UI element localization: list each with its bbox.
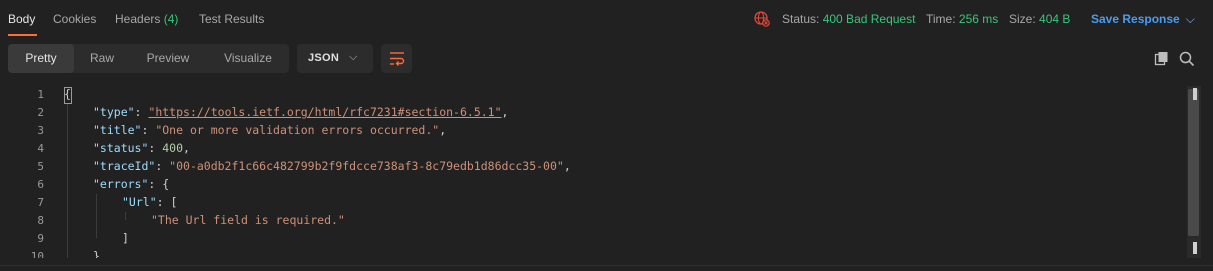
tab-cookies[interactable]: Cookies: [53, 12, 96, 26]
size-indicator[interactable]: Size: 404 B: [1009, 12, 1070, 26]
indent-guide: [125, 212, 126, 220]
json-string: "00-a0db2f1c66c482799b2f9fdcce738af3-8c7…: [169, 159, 564, 173]
code-line-9: ]: [122, 231, 129, 245]
code-line-6: "errors": {: [93, 177, 170, 191]
status-value: 400 Bad Request: [822, 12, 916, 26]
json-string: "One or more validation errors occurred.…: [155, 123, 440, 137]
scrollbar-marker: [1193, 242, 1197, 254]
chevron-down-icon: ⌵: [1185, 12, 1195, 26]
view-mode-segmented-control: Pretty Raw Preview Visualize: [8, 44, 289, 73]
tab-headers-label: Headers: [115, 12, 161, 26]
code-line-8: "The Url field is required.": [151, 213, 345, 227]
indent-guide: [96, 194, 97, 238]
line-number: 6: [37, 178, 44, 191]
code-line-3: "title": "One or more validation errors …: [93, 123, 447, 137]
json-string: "The Url field is required.": [151, 213, 345, 227]
json-key: "Url": [122, 195, 157, 209]
editor-scrollbar-thumb[interactable]: [1188, 89, 1199, 236]
code-line-4: "status": 400,: [93, 141, 190, 155]
tab-body[interactable]: Body: [8, 12, 35, 26]
format-select-value: JSON: [308, 52, 340, 64]
active-tab-indicator: [8, 34, 37, 36]
tab-headers[interactable]: Headers (4): [115, 12, 178, 26]
headers-count-badge: (4): [163, 12, 179, 26]
view-mode-visualize[interactable]: Visualize: [210, 44, 286, 73]
response-tab-bar: Body Cookies Headers (4) Test Results St…: [0, 0, 1213, 38]
status-label: Status:: [782, 12, 820, 26]
view-mode-pretty[interactable]: Pretty: [8, 44, 74, 73]
size-value: 404 B: [1039, 12, 1071, 26]
line-number: 3: [37, 124, 44, 137]
indent-guide: [67, 104, 68, 258]
line-number: 2: [37, 106, 44, 119]
code-line-5: "traceId": "00-a0db2f1c66c482799b2f9fdcc…: [93, 159, 571, 173]
view-mode-preview[interactable]: Preview: [133, 44, 203, 73]
json-key: "traceId": [93, 159, 156, 173]
code-line-7: "Url": [: [122, 195, 178, 209]
size-label: Size:: [1009, 12, 1036, 26]
save-response-label: Save Response: [1091, 12, 1180, 26]
status-indicator[interactable]: Status: 400 Bad Request: [782, 12, 915, 26]
json-url-link[interactable]: "https://tools.ietf.org/html/rfc7231#sec…: [148, 105, 501, 119]
code-line-10: }: [93, 249, 100, 258]
json-key: "status": [93, 141, 149, 155]
line-number: 1: [37, 88, 44, 101]
line-number: 5: [37, 160, 44, 173]
response-body-editor[interactable]: 1 2 3 4 5 6 7 8 9 10 { "type": "https://…: [0, 84, 1213, 258]
format-select[interactable]: JSON ⌵: [297, 44, 373, 73]
body-toolbar: Pretty Raw Preview Visualize JSON ⌵: [0, 38, 1213, 80]
divider: [0, 265, 1213, 266]
json-key: "title": [93, 123, 142, 137]
line-number: 9: [37, 232, 44, 245]
time-indicator[interactable]: Time: 256 ms: [926, 12, 998, 26]
scrollbar-marker: [1193, 88, 1197, 100]
line-number: 7: [37, 196, 44, 209]
json-key: "errors": [93, 177, 149, 191]
wrap-lines-button[interactable]: [381, 44, 412, 73]
code-line-2: "type": "https://tools.ietf.org/html/rfc…: [93, 105, 509, 119]
line-number: 4: [37, 142, 44, 155]
copy-icon[interactable]: [1154, 51, 1170, 67]
view-mode-raw[interactable]: Raw: [74, 44, 130, 73]
globe-error-icon[interactable]: [754, 11, 770, 27]
json-bracket: ]: [122, 231, 129, 245]
time-label: Time:: [926, 12, 956, 26]
wrap-lines-icon: [390, 52, 405, 66]
chevron-down-icon: ⌵: [349, 51, 358, 63]
tab-test-results[interactable]: Test Results: [199, 12, 264, 26]
search-icon[interactable]: [1179, 51, 1195, 67]
json-key: "type": [93, 105, 135, 119]
line-number: 10: [30, 250, 44, 258]
line-number-gutter: 1 2 3 4 5 6 7 8 9 10: [0, 84, 50, 258]
json-number: 400: [162, 141, 184, 155]
time-value: 256 ms: [958, 12, 999, 26]
line-number: 8: [37, 214, 44, 227]
save-response-button[interactable]: Save Response ⌵: [1091, 12, 1195, 27]
json-brace: }: [93, 249, 100, 258]
text-cursor: [64, 87, 72, 104]
